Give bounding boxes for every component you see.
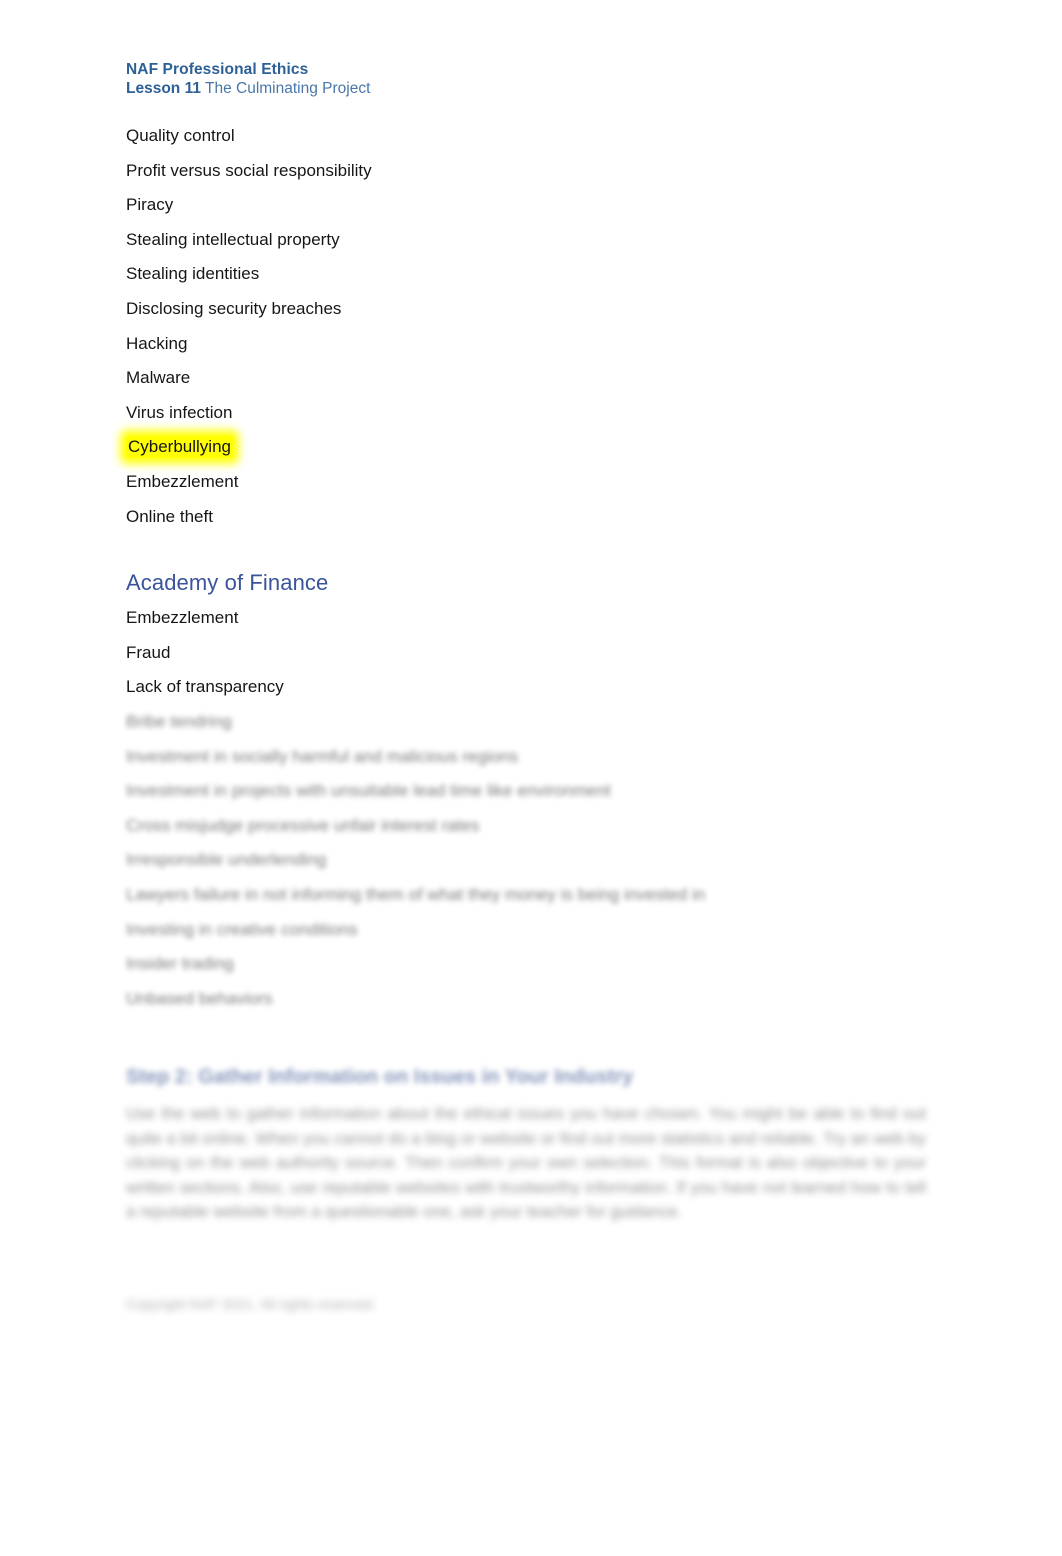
highlighted-text: Cyberbullying (126, 436, 233, 459)
list-item-label: Stealing intellectual property (126, 229, 340, 249)
list-item: Cross misjudge processive unfair interes… (126, 814, 705, 849)
list-item-label: Profit versus social responsibility (126, 160, 372, 180)
list-item-label: Piracy (126, 195, 174, 215)
list-item: Bribe tendring (126, 710, 705, 745)
lesson-line: Lesson 11 The Culminating Project (126, 79, 370, 98)
list-item: Investment in socially harmful and malic… (126, 745, 705, 780)
list-item: Disclosing security breaches (126, 297, 372, 332)
list-item-label: Lack of transparency (126, 677, 284, 697)
list-item: Lack of transparency (126, 675, 284, 710)
list-item-label: Lawyers failure in not informing them of… (126, 884, 706, 904)
list-item-label: Bribe tendring (126, 712, 232, 731)
list-item: Stealing identities (126, 262, 372, 297)
list-item-label: Disclosing security breaches (126, 298, 342, 318)
document-page: NAF Professional Ethics Lesson 11 The Cu… (0, 0, 1062, 1556)
list-item-label: Unbased behaviors (126, 988, 273, 1008)
list-item: Investment in projects with unsuitable l… (126, 779, 705, 814)
list-item: Online theft (126, 505, 372, 540)
finance-issues-list: Embezzlement Fraud Lack of transparency (126, 606, 284, 710)
list-item-label: Online theft (126, 506, 213, 526)
program-title: NAF Professional Ethics (126, 61, 309, 78)
list-item: Virus infection (126, 401, 372, 436)
section-heading-academy-of-finance: Academy of Finance (126, 570, 329, 595)
list-item-label: Embezzlement (126, 608, 239, 627)
step-heading: Step 2: Gather Information on Issues in … (126, 1066, 634, 1088)
list-item-label: Quality control (126, 126, 235, 145)
list-item-label: Fraud (126, 642, 171, 662)
list-item: Insider trading (126, 952, 705, 987)
list-item: Fraud (126, 641, 284, 676)
list-item-label: Stealing identities (126, 264, 260, 284)
list-item: Embezzlement (126, 606, 284, 641)
list-item: Malware (126, 366, 372, 401)
list-item-label: Virus infection (126, 402, 233, 422)
list-item-label: Cross misjudge processive unfair interes… (126, 815, 480, 835)
list-item-label: Investment in socially harmful and malic… (126, 746, 519, 766)
lesson-title: The Culminating Project (200, 80, 371, 97)
list-item-label: Malware (126, 368, 191, 388)
document-header: NAF Professional Ethics Lesson 11 The Cu… (126, 60, 370, 98)
list-item: Stealing intellectual property (126, 228, 372, 263)
footer-copyright: Copyright NAF 2021. All rights reserved. (126, 1296, 376, 1312)
list-item-label: Investing in creative conditions (126, 919, 358, 939)
list-item: Quality control (126, 124, 372, 159)
list-item-label: Irresponsible underlending (126, 850, 327, 870)
list-item: Unbased behaviors (126, 987, 705, 1022)
list-item: Cyberbullying (126, 435, 372, 470)
list-item: Piracy (126, 193, 372, 228)
ethical-issues-list: Quality control Profit versus social resp… (126, 124, 372, 539)
list-item-label: Investment in projects with unsuitable l… (126, 781, 611, 801)
list-item: Irresponsible underlending (126, 848, 705, 883)
step-paragraph: Use the web to gather information about … (126, 1105, 926, 1221)
list-item: Investing in creative conditions (126, 918, 705, 953)
list-item: Hacking (126, 332, 372, 367)
finance-issues-list-obscured: Bribe tendring Investment in socially har… (126, 710, 705, 1021)
list-item: Profit versus social responsibility (126, 159, 372, 194)
list-item: Embezzlement (126, 470, 372, 505)
list-item-label: Embezzlement (126, 471, 239, 491)
list-item: Lawyers failure in not informing them of… (126, 883, 705, 918)
list-item-label: Hacking (126, 333, 188, 353)
list-item-label: Insider trading (126, 954, 234, 974)
lesson-number: Lesson 11 (126, 80, 201, 97)
